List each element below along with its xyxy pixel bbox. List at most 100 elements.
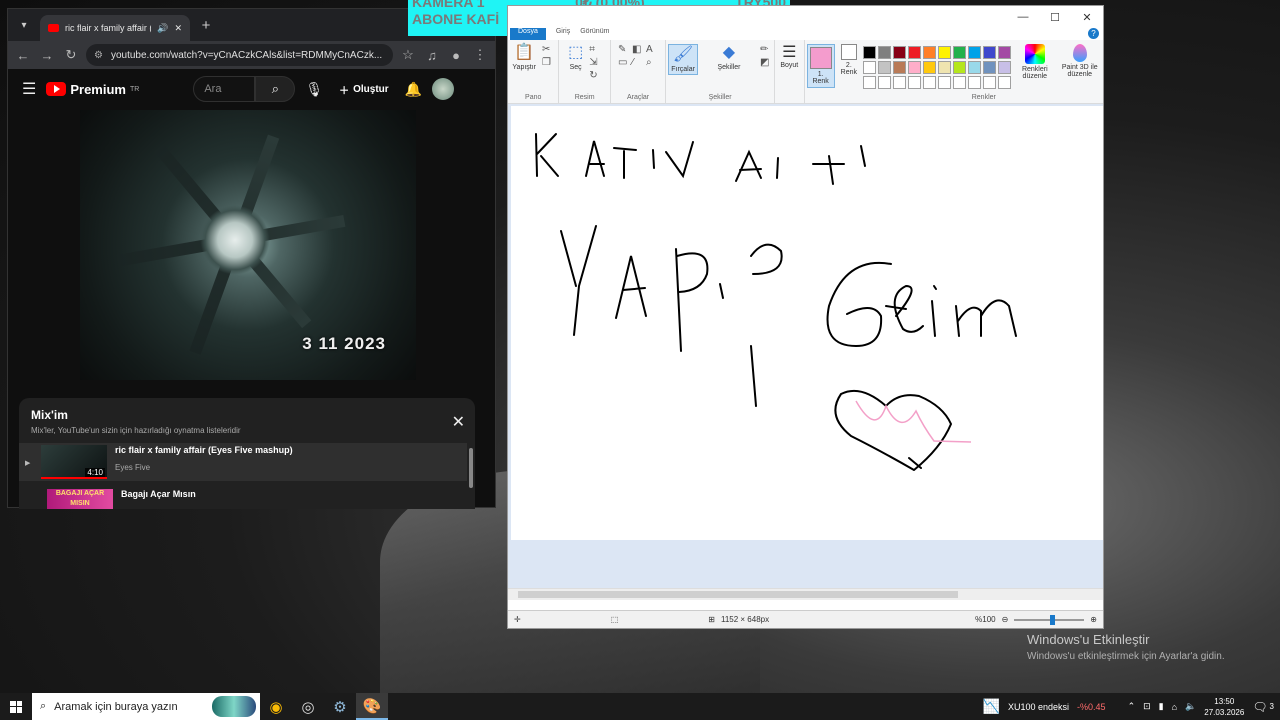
- text-icon[interactable]: A: [646, 44, 658, 55]
- palette-swatch[interactable]: [923, 61, 937, 74]
- palette-swatch[interactable]: [923, 46, 937, 59]
- reload-button[interactable]: ↻: [62, 47, 80, 63]
- resize-icon[interactable]: ⇲: [589, 57, 601, 68]
- microphone-icon[interactable]: 🎙: [305, 81, 323, 98]
- palette-swatch[interactable]: [938, 76, 952, 89]
- copy-icon[interactable]: ❐: [542, 57, 554, 68]
- palette-swatch[interactable]: [968, 76, 982, 89]
- steam-taskbar-icon[interactable]: ⚙: [324, 693, 356, 720]
- magnifier-icon[interactable]: ⌕: [646, 57, 658, 68]
- obs-taskbar-icon[interactable]: ◎: [292, 693, 324, 720]
- notifications-bell-icon[interactable]: 🔔: [405, 81, 422, 98]
- menu-icon[interactable]: ☰: [22, 79, 36, 99]
- minimize-button[interactable]: —: [1007, 11, 1039, 23]
- scrollbar-thumb[interactable]: [518, 591, 958, 598]
- bookmark-star-icon[interactable]: ☆: [399, 47, 417, 63]
- eraser-icon[interactable]: ▭: [618, 57, 630, 68]
- paint3d-button[interactable]: Paint 3D ile düzenle: [1059, 44, 1101, 78]
- paint-taskbar-icon[interactable]: 🎨: [356, 693, 388, 720]
- taskbar-search[interactable]: ⌕ Aramak için buraya yazın: [32, 693, 260, 720]
- network-icon[interactable]: ⌂: [1172, 702, 1177, 712]
- tab-home[interactable]: Giriş: [556, 28, 570, 40]
- back-button[interactable]: ←: [14, 48, 32, 63]
- rotate-icon[interactable]: ↻: [589, 70, 601, 81]
- address-bar[interactable]: ⚙ youtube.com/watch?v=yCnACzkCAls&list=R…: [86, 44, 393, 66]
- video-player[interactable]: 3 11 2023: [80, 110, 416, 380]
- palette-swatch[interactable]: [908, 61, 922, 74]
- palette-swatch[interactable]: [983, 46, 997, 59]
- video-thumbnail[interactable]: BAGAJI AÇAR MISIN: [47, 489, 113, 509]
- palette-swatch[interactable]: [878, 61, 892, 74]
- zoom-in-button[interactable]: ⊕: [1090, 615, 1097, 624]
- paste-button[interactable]: 📋 Yapıştır: [512, 44, 536, 71]
- clock[interactable]: 13:50 27.03.2026: [1204, 696, 1244, 718]
- pencil-icon[interactable]: ✎: [618, 44, 630, 55]
- shapes-button[interactable]: ◆ Şekiller: [717, 44, 740, 71]
- notification-icon[interactable]: 🗨: [1252, 700, 1267, 714]
- search-input[interactable]: Ara: [193, 76, 256, 102]
- palette-swatch[interactable]: [983, 61, 997, 74]
- palette-swatch[interactable]: [998, 76, 1012, 89]
- brushes-button[interactable]: 🖌 Fırçalar: [668, 44, 698, 75]
- new-tab-button[interactable]: +: [196, 17, 216, 34]
- crop-icon[interactable]: ⌗: [589, 44, 601, 55]
- channel-name[interactable]: Eyes Five: [115, 463, 293, 472]
- youtube-logo[interactable]: Premium TR: [46, 82, 139, 97]
- color2-button[interactable]: 2. Renk: [841, 44, 857, 76]
- tab-close-icon[interactable]: ✕: [174, 23, 182, 34]
- tab-view[interactable]: Görünüm: [580, 28, 609, 40]
- select-button[interactable]: ⬚ Seç: [568, 44, 583, 71]
- media-control-icon[interactable]: ♫: [423, 48, 441, 63]
- tab-youtube[interactable]: ric flair x family affair (Eyes 🔊 ✕: [40, 15, 190, 41]
- palette-swatch[interactable]: [938, 61, 952, 74]
- horizontal-scrollbar[interactable]: [508, 588, 1103, 600]
- list-item[interactable]: ▶ 4:10 ric flair x family affair (Eyes F…: [19, 443, 467, 481]
- palette-swatch[interactable]: [983, 76, 997, 89]
- palette-swatch[interactable]: [968, 46, 982, 59]
- palette-swatch[interactable]: [998, 46, 1012, 59]
- start-button[interactable]: [0, 693, 32, 720]
- close-button[interactable]: ✕: [1071, 11, 1103, 24]
- palette-swatch[interactable]: [968, 61, 982, 74]
- video-thumbnail[interactable]: 4:10: [41, 445, 107, 479]
- search-button[interactable]: ⌕: [255, 76, 296, 102]
- maximize-button[interactable]: ☐: [1039, 11, 1071, 24]
- tab-search-button[interactable]: ▾: [14, 15, 34, 35]
- chrome-menu-icon[interactable]: ⋮: [471, 47, 489, 63]
- close-icon[interactable]: ✕: [452, 412, 465, 432]
- drawing-canvas[interactable]: [511, 106, 1103, 540]
- palette-swatch[interactable]: [953, 46, 967, 59]
- edit-colors-button[interactable]: Renkleri düzenle: [1017, 44, 1053, 80]
- palette-swatch[interactable]: [863, 76, 877, 89]
- site-info-icon[interactable]: ⚙: [94, 50, 103, 61]
- palette-swatch[interactable]: [863, 46, 877, 59]
- profile-icon[interactable]: ●: [447, 48, 465, 63]
- palette-swatch[interactable]: [953, 76, 967, 89]
- create-button[interactable]: ＋ Oluştur: [333, 82, 395, 97]
- stock-name[interactable]: XU100 endeksi: [1008, 702, 1069, 712]
- chrome-taskbar-icon[interactable]: ◉: [260, 693, 292, 720]
- battery-icon[interactable]: ▮: [1159, 701, 1164, 712]
- video-title[interactable]: ric flair x family affair (Eyes Five mas…: [115, 445, 293, 455]
- palette-swatch[interactable]: [908, 76, 922, 89]
- palette-swatch[interactable]: [938, 46, 952, 59]
- chevron-up-icon[interactable]: ⌃: [1128, 701, 1136, 712]
- forward-button[interactable]: →: [38, 48, 56, 63]
- palette-swatch[interactable]: [908, 46, 922, 59]
- speaker-icon[interactable]: 🔊: [157, 23, 168, 34]
- palette-swatch[interactable]: [893, 61, 907, 74]
- zoom-out-button[interactable]: ⊖: [1002, 615, 1009, 624]
- list-item[interactable]: BAGAJI AÇAR MISIN Bagajı Açar Mısın: [31, 489, 463, 509]
- color-picker-icon[interactable]: ⁄: [632, 57, 644, 68]
- palette-swatch[interactable]: [893, 46, 907, 59]
- size-button[interactable]: ☰ Boyut: [775, 40, 805, 103]
- color1-button[interactable]: 1. Renk: [806, 44, 835, 88]
- avatar[interactable]: [432, 78, 455, 100]
- help-icon[interactable]: ?: [1088, 28, 1099, 39]
- palette-swatch[interactable]: [893, 76, 907, 89]
- palette-swatch[interactable]: [878, 76, 892, 89]
- scrollbar[interactable]: [469, 448, 473, 488]
- fill-icon[interactable]: ◧: [632, 44, 644, 55]
- zoom-slider[interactable]: [1014, 614, 1085, 625]
- outline-icon[interactable]: ✏: [760, 44, 772, 55]
